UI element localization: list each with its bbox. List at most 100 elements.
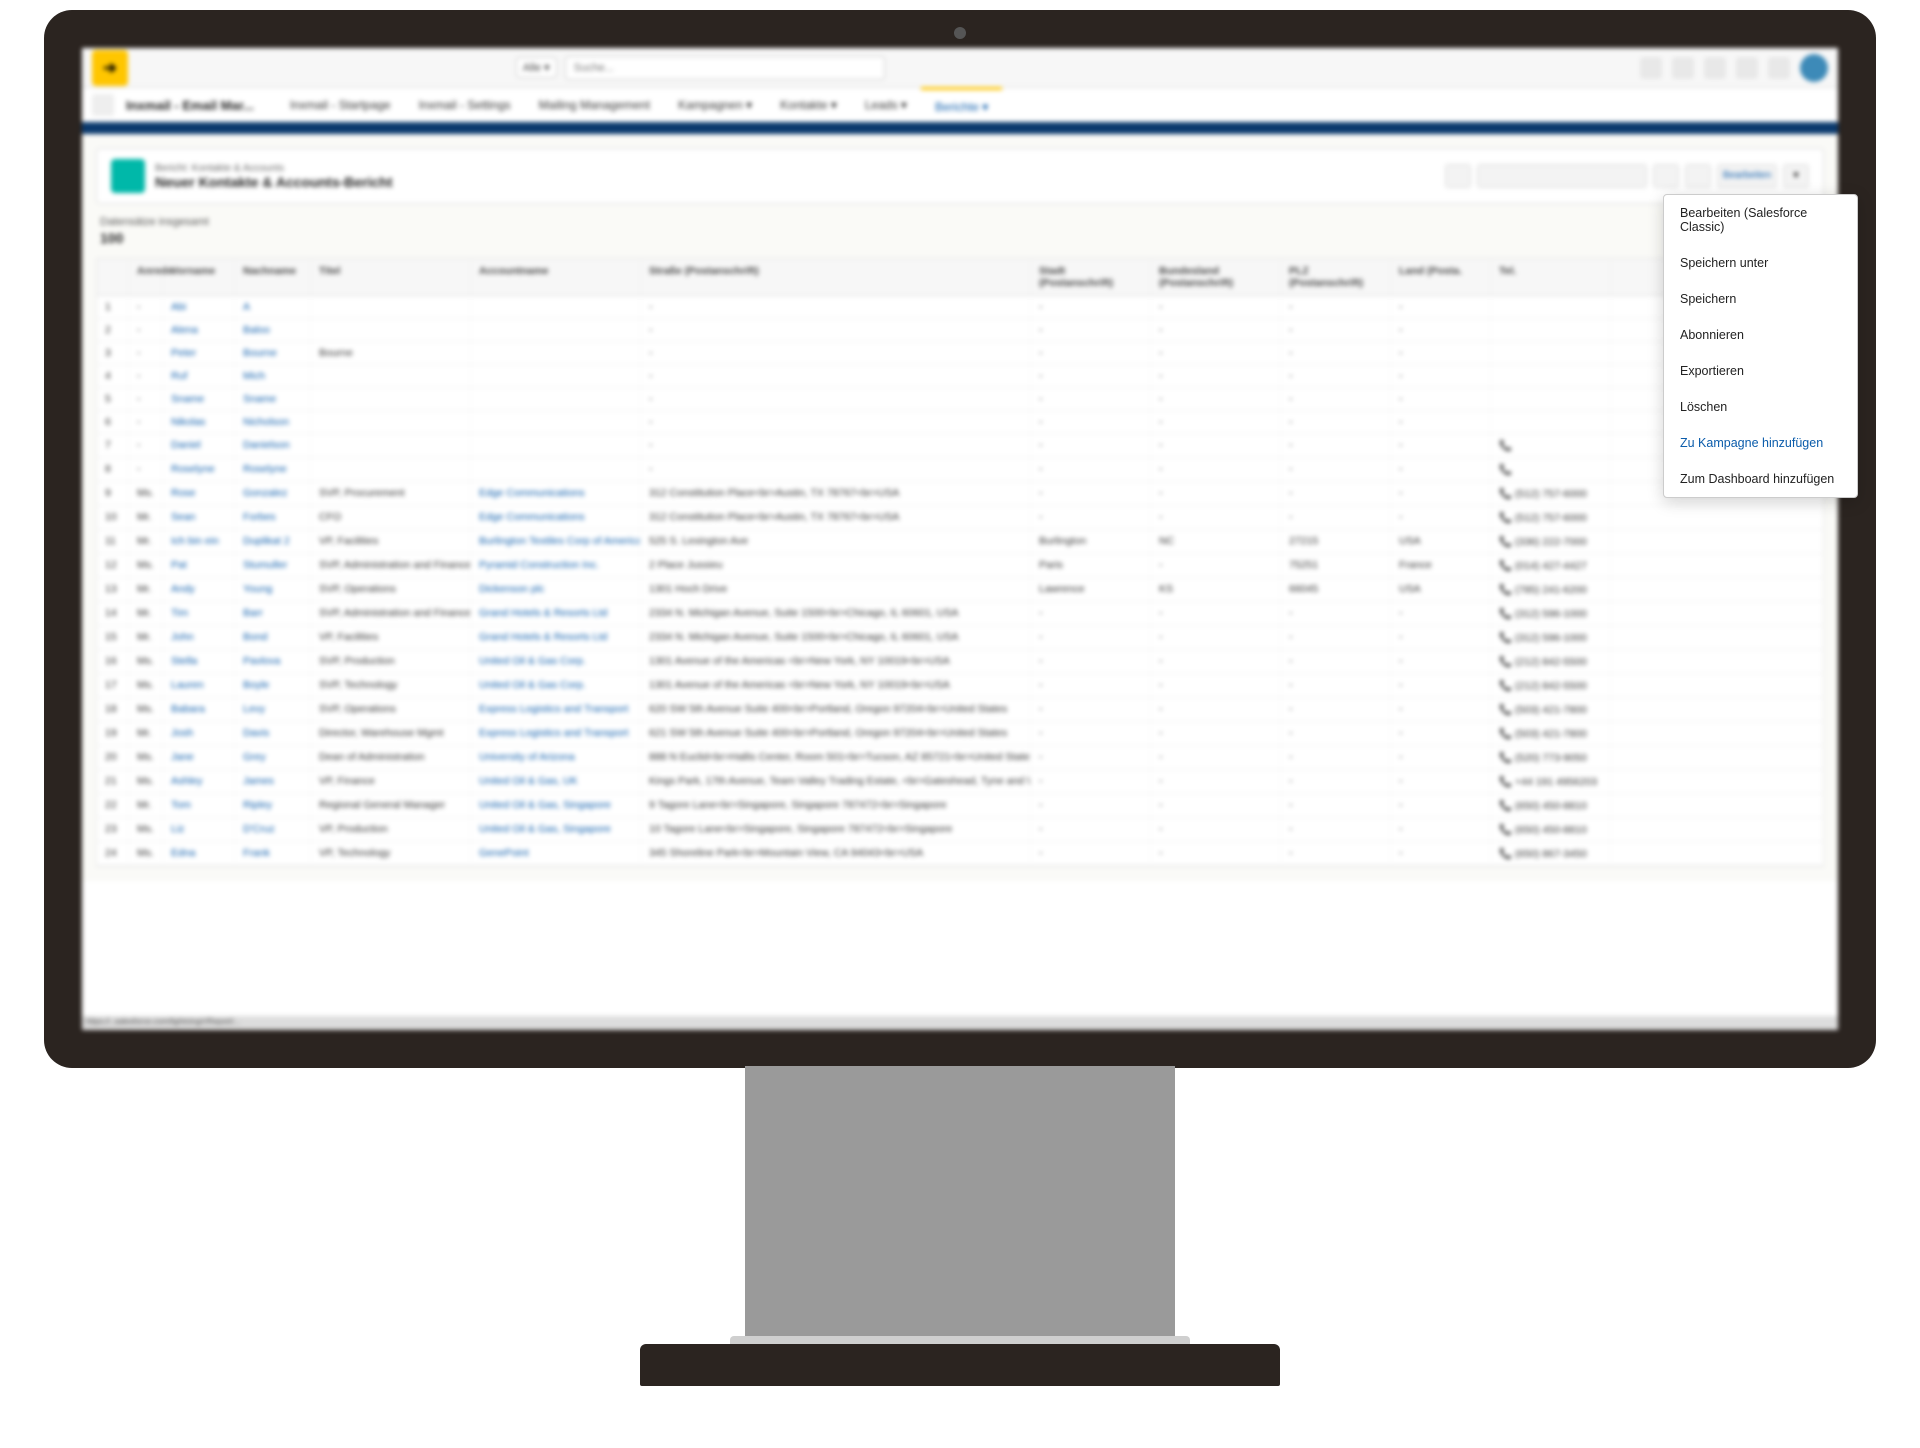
table-cell[interactable]: Duplikat 2 <box>235 530 311 553</box>
more-actions-button[interactable]: ▾ <box>1783 164 1809 188</box>
table-cell[interactable]: Grand Hotels & Resorts Ltd <box>471 602 641 625</box>
table-cell[interactable]: Nicholson <box>235 411 311 433</box>
table-cell[interactable]: Jane <box>163 746 235 769</box>
column-header[interactable] <box>97 259 129 295</box>
table-cell[interactable]: Bond <box>235 626 311 649</box>
table-cell[interactable]: Andy <box>163 578 235 601</box>
refresh-icon[interactable] <box>1685 164 1711 188</box>
column-header[interactable]: Land (Posta. <box>1391 259 1491 295</box>
column-header[interactable]: PLZ (Postanschrift) <box>1281 259 1391 295</box>
table-cell[interactable]: Pat <box>163 554 235 577</box>
table-cell[interactable] <box>471 434 641 457</box>
column-header[interactable]: Titel <box>311 259 471 295</box>
grid-icon[interactable] <box>1672 57 1694 79</box>
column-header[interactable]: Anrede <box>129 259 163 295</box>
app-logo[interactable]: ➔ <box>92 50 128 86</box>
search-scope[interactable]: Alle ▾ <box>516 57 557 78</box>
table-cell[interactable]: Forbes <box>235 506 311 529</box>
global-search-input[interactable] <box>565 56 885 80</box>
favorite-icon[interactable] <box>1640 57 1662 79</box>
table-cell[interactable]: Stella <box>163 650 235 673</box>
dropdown-item[interactable]: Abonnieren <box>1664 317 1857 353</box>
dropdown-item[interactable]: Speichern unter <box>1664 245 1857 281</box>
table-cell[interactable]: Express Logistics and Transport <box>471 722 641 745</box>
table-cell[interactable] <box>471 458 641 481</box>
table-cell[interactable]: Liz <box>163 818 235 841</box>
table-cell[interactable]: Alena <box>163 319 235 341</box>
column-header[interactable]: Accountname <box>471 259 641 295</box>
nav-item[interactable]: Leads ▾ <box>851 87 921 123</box>
table-cell[interactable]: John <box>163 626 235 649</box>
table-cell[interactable]: Ich bin ein <box>163 530 235 553</box>
dropdown-item[interactable]: Zu Kampagne hinzufügen <box>1664 425 1857 461</box>
table-cell[interactable]: Danielson <box>235 434 311 457</box>
notification-icon[interactable] <box>1768 57 1790 79</box>
user-avatar[interactable] <box>1800 54 1828 82</box>
app-launcher-icon[interactable] <box>92 94 114 116</box>
table-cell[interactable]: Pavlova <box>235 650 311 673</box>
dropdown-item[interactable]: Bearbeiten (Salesforce Classic) <box>1664 195 1857 245</box>
table-cell[interactable]: Lauren <box>163 674 235 697</box>
nav-item[interactable]: Inxmail - Settings <box>405 87 525 123</box>
table-cell[interactable]: Josh <box>163 722 235 745</box>
column-header[interactable]: Nachname <box>235 259 311 295</box>
nav-item[interactable]: Kampagnen ▾ <box>664 87 766 123</box>
table-cell[interactable]: Ruf <box>163 365 235 387</box>
table-cell[interactable]: United Oil & Gas, Singapore <box>471 818 641 841</box>
table-cell[interactable]: Tim <box>163 602 235 625</box>
table-cell[interactable]: GenePoint <box>471 842 641 865</box>
table-cell[interactable]: Rose <box>163 482 235 505</box>
table-cell[interactable]: Roselyne <box>163 458 235 481</box>
table-cell[interactable] <box>471 365 641 387</box>
table-cell[interactable]: Babara <box>163 698 235 721</box>
table-cell[interactable] <box>471 411 641 433</box>
table-cell[interactable]: Stumuller <box>235 554 311 577</box>
table-cell[interactable] <box>471 342 641 364</box>
table-cell[interactable]: Baloo <box>235 319 311 341</box>
table-cell[interactable]: Dickenson plc <box>471 578 641 601</box>
table-cell[interactable]: Nikolas <box>163 411 235 433</box>
table-cell[interactable]: United Oil & Gas, Singapore <box>471 794 641 817</box>
filter-icon[interactable] <box>1653 164 1679 188</box>
table-cell[interactable]: Grand Hotels & Resorts Ltd <box>471 626 641 649</box>
table-cell[interactable]: Daniel <box>163 434 235 457</box>
dropdown-item[interactable]: Speichern <box>1664 281 1857 317</box>
dropdown-item[interactable]: Löschen <box>1664 389 1857 425</box>
nav-item[interactable]: Mailing Management <box>525 87 664 123</box>
table-cell[interactable]: Roselyne <box>235 458 311 481</box>
table-cell[interactable]: Sname <box>235 388 311 410</box>
table-cell[interactable]: Edna <box>163 842 235 865</box>
column-header[interactable]: Tel. <box>1491 259 1611 295</box>
table-cell[interactable] <box>471 388 641 410</box>
nav-item[interactable]: Inxmail - Startpage <box>276 87 405 123</box>
table-cell[interactable]: Ashley <box>163 770 235 793</box>
table-cell[interactable]: Bourne <box>235 342 311 364</box>
table-cell[interactable]: Ripley <box>235 794 311 817</box>
nav-item[interactable]: Kontakte ▾ <box>766 87 851 123</box>
table-cell[interactable]: Tom <box>163 794 235 817</box>
table-cell[interactable]: James <box>235 770 311 793</box>
table-cell[interactable]: Express Logistics and Transport <box>471 698 641 721</box>
search-results-input[interactable] <box>1477 164 1647 188</box>
table-cell[interactable] <box>471 296 641 318</box>
table-cell[interactable]: A <box>235 296 311 318</box>
column-header[interactable]: Vorname <box>163 259 235 295</box>
table-cell[interactable]: Abi <box>163 296 235 318</box>
table-cell[interactable]: Edge Communications <box>471 482 641 505</box>
table-cell[interactable]: Grey <box>235 746 311 769</box>
table-cell[interactable]: United Oil & Gas Corp. <box>471 674 641 697</box>
column-header[interactable]: Stadt (Postanschrift) <box>1031 259 1151 295</box>
table-cell[interactable]: University of Arizona <box>471 746 641 769</box>
table-cell[interactable]: Pyramid Construction Inc. <box>471 554 641 577</box>
table-cell[interactable]: Levy <box>235 698 311 721</box>
help-icon[interactable] <box>1704 57 1726 79</box>
table-cell[interactable]: Frank <box>235 842 311 865</box>
setup-icon[interactable] <box>1736 57 1758 79</box>
table-cell[interactable]: Peter <box>163 342 235 364</box>
table-cell[interactable]: D'Cruz <box>235 818 311 841</box>
table-cell[interactable]: Burlington Textiles Corp of America <box>471 530 641 553</box>
table-cell[interactable]: Young <box>235 578 311 601</box>
nav-item[interactable]: Berichte ▾ <box>921 87 1002 123</box>
table-cell[interactable]: United Oil & Gas, UK <box>471 770 641 793</box>
table-cell[interactable]: Sname <box>163 388 235 410</box>
